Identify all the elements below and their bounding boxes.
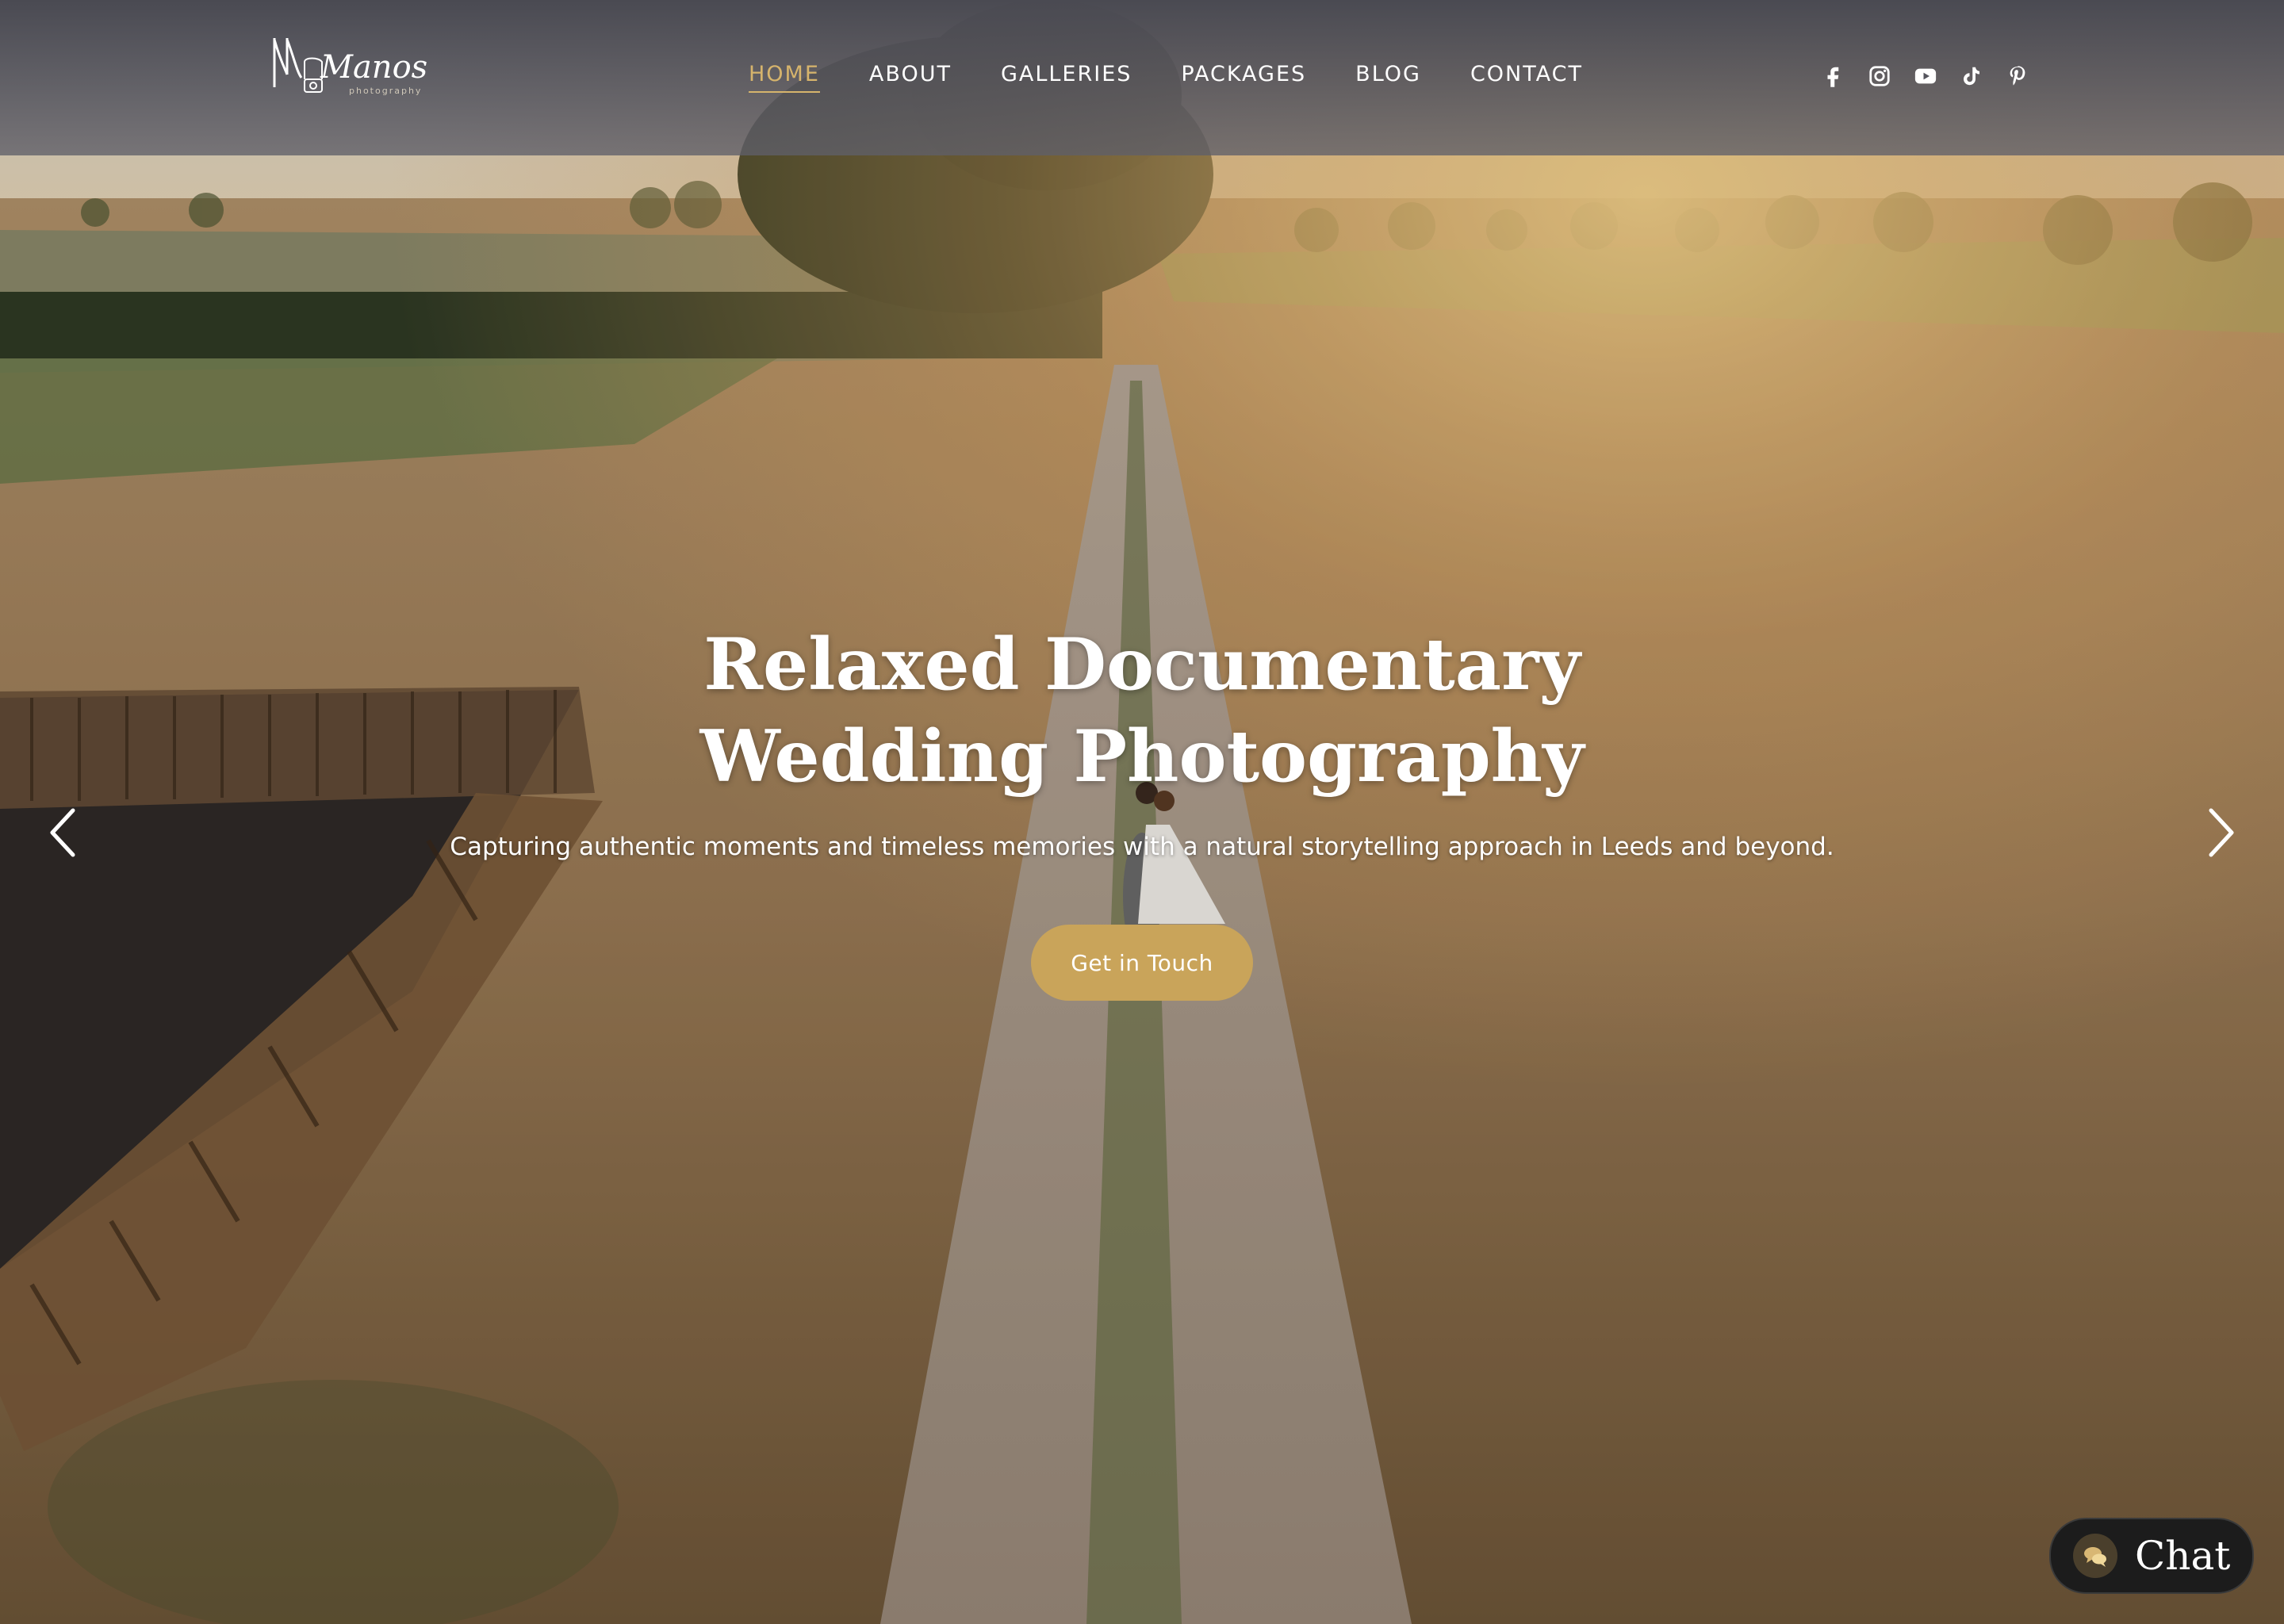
- svg-text:Manos: Manos: [320, 49, 427, 86]
- chat-bubbles-icon: [2073, 1534, 2117, 1578]
- instagram-icon[interactable]: [1867, 63, 1892, 89]
- nav-blog[interactable]: BLOG: [1355, 62, 1421, 93]
- chevron-right-icon: [2209, 808, 2234, 857]
- hero-background: [0, 0, 2284, 1624]
- hero-overlay: [0, 0, 2284, 1624]
- hero-subtitle: Capturing authentic moments and timeless…: [450, 833, 1834, 861]
- tiktok-icon[interactable]: [1959, 63, 1984, 89]
- nav-home[interactable]: HOME: [749, 62, 820, 93]
- main-nav: HOME ABOUT GALLERIES PACKAGES BLOG CONTA…: [749, 62, 1632, 93]
- youtube-icon[interactable]: [1913, 63, 1938, 89]
- nav-packages[interactable]: PACKAGES: [1181, 62, 1306, 93]
- hero-title-line-1: Relaxed Documentary: [703, 622, 1581, 707]
- get-in-touch-button[interactable]: Get in Touch: [1031, 925, 1253, 1001]
- hero-title-line-2: Wedding Photography: [699, 714, 1585, 799]
- slider-prev-arrow[interactable]: [40, 801, 87, 864]
- svg-text:photography: photography: [349, 86, 422, 96]
- logo-mark: Manos photography: [273, 38, 427, 96]
- nav-contact[interactable]: CONTACT: [1470, 62, 1583, 93]
- site-logo[interactable]: Manos photography: [270, 30, 444, 102]
- social-links: [1821, 63, 2030, 89]
- hero-title: Relaxed Documentary Wedding Photography: [0, 619, 2284, 802]
- nav-galleries[interactable]: GALLERIES: [1001, 62, 1132, 93]
- pinterest-icon[interactable]: [2005, 63, 2030, 89]
- site-header: Manos photography HOME ABOUT GALLERIES P…: [0, 0, 2284, 155]
- chat-widget-button[interactable]: Chat: [2049, 1518, 2254, 1594]
- slider-next-arrow[interactable]: [2197, 801, 2244, 864]
- nav-about[interactable]: ABOUT: [869, 62, 952, 93]
- facebook-icon[interactable]: [1821, 63, 1846, 89]
- chat-label: Chat: [2135, 1533, 2231, 1579]
- chevron-left-icon: [50, 808, 75, 857]
